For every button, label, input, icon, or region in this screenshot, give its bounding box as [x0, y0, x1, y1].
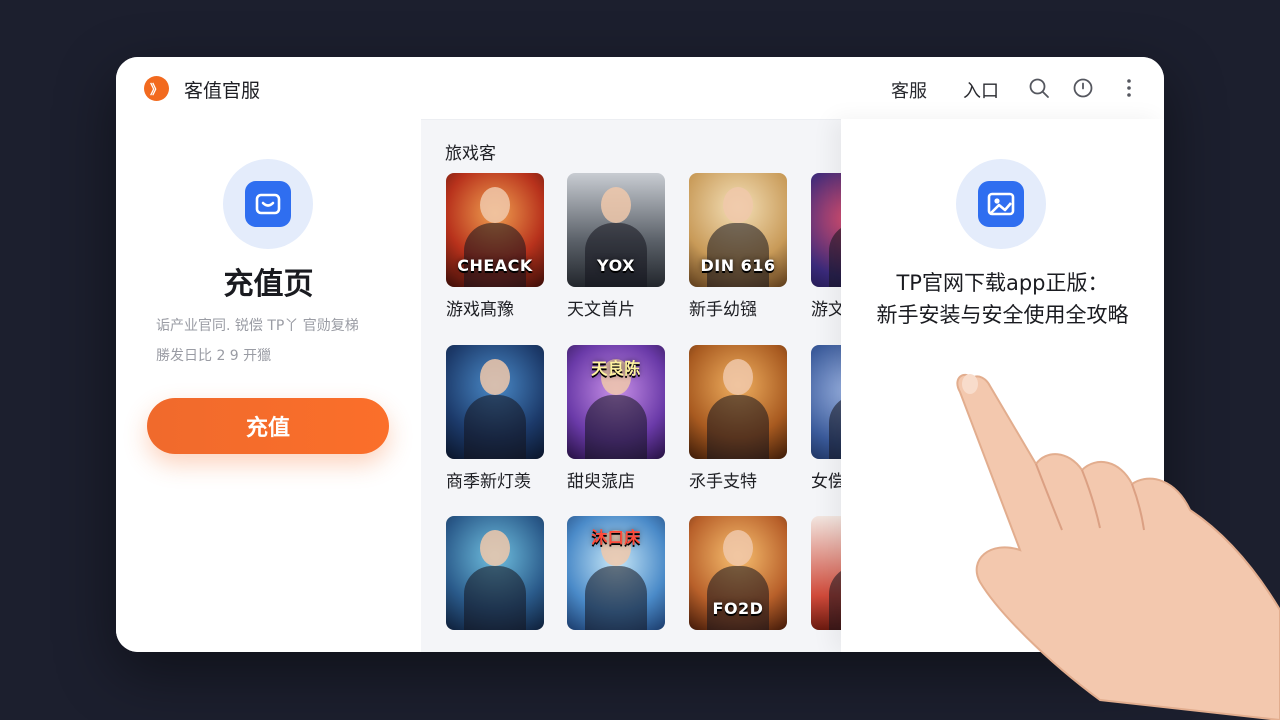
game-art-text: CHEACK: [457, 256, 533, 275]
game-thumbnail: 天良陈: [567, 345, 665, 459]
search-icon[interactable]: [1028, 77, 1050, 99]
game-card[interactable]: 商季新灯羡: [446, 345, 546, 492]
game-thumbnail: [811, 516, 841, 630]
game-name: 天文首片: [567, 300, 635, 320]
game-card[interactable]: [811, 516, 841, 638]
app-title: 客值官服: [184, 80, 261, 102]
game-name: 游文: [811, 300, 841, 320]
game-thumbnail: YOX: [567, 173, 665, 287]
clock-icon[interactable]: [1072, 77, 1094, 99]
game-card[interactable]: YOX 天文首片: [567, 173, 667, 320]
game-thumbnail: 沐口床: [567, 516, 665, 630]
recharge-button[interactable]: 充值: [147, 398, 389, 454]
game-name: 商季新灯羡: [446, 472, 531, 492]
recharge-title: 充值页: [223, 267, 314, 302]
games-section-title: 旅戏客: [445, 144, 496, 164]
game-thumbnail: [811, 173, 841, 287]
game-thumbnail: [446, 516, 544, 630]
title-bar: 》 客值官服 客服 入口: [116, 57, 1164, 120]
games-section: 旅戏客 CHEACK 游戏髙豫 YOX 天文首片 DIN 616 新手幼镪 游文…: [421, 119, 841, 652]
game-thumbnail: [446, 345, 544, 459]
game-name: 女偿: [811, 472, 841, 492]
game-name: 游戏髙豫: [446, 300, 514, 320]
article-title-line1: TP官网下载app正版：: [896, 271, 1109, 295]
app-logo: 》: [144, 76, 169, 101]
game-thumbnail: [689, 345, 787, 459]
game-art-text: YOX: [597, 256, 635, 275]
game-card[interactable]: 女偿: [811, 345, 841, 492]
article-title-line2: 新手安装与安全使用全攻略: [876, 303, 1129, 327]
game-card[interactable]: 沐口床: [567, 516, 667, 638]
game-thumbnail: DIN 616: [689, 173, 787, 287]
customer-service-link[interactable]: 客服: [891, 77, 927, 103]
game-thumbnail: CHEACK: [446, 173, 544, 287]
game-thumbnail: FO2D: [689, 516, 787, 630]
recharge-description-line2: 勝发日比 2 9 开獵: [156, 348, 272, 364]
game-art-text: 沐口床: [591, 528, 641, 547]
recharge-panel: 充值页 诟产业官同. 锐偿 TP丫 官勋复梯 勝发日比 2 9 开獵 充值: [116, 119, 421, 652]
game-name: 甜臾蒎店: [567, 472, 635, 492]
recharge-description-line1: 诟产业官同. 锐偿 TP丫 官勋复梯: [156, 318, 359, 334]
gallery-icon: [956, 159, 1046, 249]
game-card[interactable]: DIN 616 新手幼镪: [689, 173, 789, 320]
game-thumbnail: [811, 345, 841, 459]
game-card[interactable]: 氶手支特: [689, 345, 789, 492]
more-vertical-icon[interactable]: [1118, 77, 1140, 99]
game-card[interactable]: CHEACK 游戏髙豫: [446, 173, 546, 320]
game-card[interactable]: FO2D: [689, 516, 789, 638]
entry-link[interactable]: 入口: [963, 77, 999, 103]
game-art-text: 天良陈: [591, 359, 641, 378]
game-card[interactable]: 游文: [811, 173, 841, 320]
game-name: 氶手支特: [689, 472, 757, 492]
game-art-text: FO2D: [712, 599, 764, 618]
game-card[interactable]: 天良陈 甜臾蒎店: [567, 345, 667, 492]
game-card[interactable]: [446, 516, 546, 638]
wallet-icon: [223, 159, 313, 249]
pointing-hand-image: [956, 373, 1280, 720]
game-name: 新手幼镪: [689, 300, 757, 320]
article-title[interactable]: TP官网下载app正版： 新手安装与安全使用全攻略: [841, 267, 1164, 331]
game-art-text: DIN 616: [700, 256, 776, 275]
